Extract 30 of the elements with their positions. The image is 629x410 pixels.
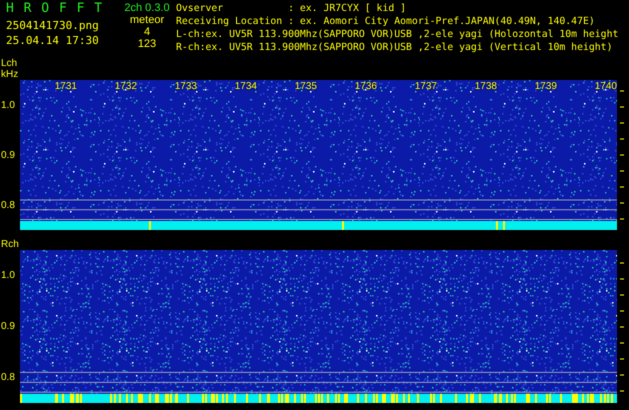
- channel-label: Rch: [1, 239, 20, 250]
- axis-tick-label: 1.0: [1, 100, 15, 110]
- time-label: 1732: [114, 81, 138, 92]
- time-label: 1737: [414, 81, 438, 92]
- time-label: 1739: [534, 81, 558, 92]
- time-label: 1740: [594, 81, 618, 92]
- file-name: 2504141730.png: [6, 19, 100, 32]
- version-label: 2ch 0.3.0: [124, 2, 170, 14]
- mode-label: meteor: [130, 14, 164, 26]
- unit-label: kHz: [1, 69, 20, 80]
- app-title: H R O F F T: [6, 2, 104, 15]
- axis-tick-label: 0.9: [1, 321, 15, 332]
- time-label: 1738: [474, 81, 498, 92]
- time-label: 1733: [174, 81, 198, 92]
- meteor-count: 123: [138, 38, 156, 50]
- info-line: R-ch:ex. UV5R 113.900Mhz(SAPPORO VOR)USB ,2-ele yagi (Vertical 10m height): [176, 41, 614, 54]
- channel-label: Lch: [1, 58, 18, 69]
- time-label: 1736: [354, 81, 378, 92]
- axis-tick-label: 0.8: [1, 200, 15, 211]
- axis-tick-label: 0.9: [1, 150, 15, 161]
- time-label: 1734: [234, 81, 258, 92]
- axis-tick-label: 0.8: [1, 372, 15, 384]
- info-line: Ovserver : ex. JR7CYX [ kid ]: [176, 2, 408, 15]
- date-time: 25.04.14 17:30: [6, 34, 100, 47]
- info-line: L-ch:ex. UV5R 113.900Mhz(SAPPORO VOR)USB ,2-ele yagi (Holozontal 10m height: [176, 28, 620, 41]
- time-label: 1731: [54, 81, 78, 92]
- axis-tick-label: 1.0: [1, 270, 15, 281]
- time-label: 1735: [294, 81, 318, 92]
- info-line: Receiving Location : ex. Aomori City Aomori-Pref.JAPAN(40.49N, 140.47E): [176, 15, 596, 28]
- meteor-count: 4: [144, 26, 150, 38]
